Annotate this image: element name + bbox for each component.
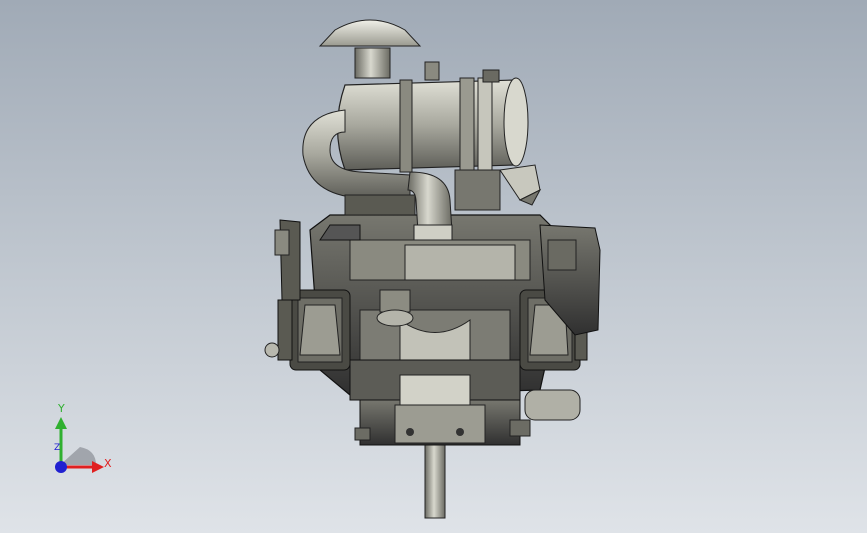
- left-cylinder-head: [264, 289, 351, 371]
- engine-3d-model[interactable]: [0, 0, 867, 533]
- mounting-base: [354, 399, 531, 446]
- triad-y-label: Y: [58, 402, 65, 415]
- coordinate-triad: Y X Z: [40, 402, 130, 485]
- triad-x-label: X: [104, 457, 112, 470]
- triad-shadow-icon: [60, 447, 96, 465]
- triad-z-label: Z: [54, 443, 61, 453]
- graphics-viewport[interactable]: Y X Z: [0, 0, 867, 533]
- left-bracket: [274, 219, 301, 301]
- z-axis-icon: [55, 461, 67, 473]
- output-shaft: [419, 435, 451, 519]
- breather-cone: [499, 164, 542, 206]
- y-arrow-icon: [55, 417, 67, 429]
- x-arrow-icon: [92, 461, 104, 473]
- air-intake-cap: [318, 19, 422, 79]
